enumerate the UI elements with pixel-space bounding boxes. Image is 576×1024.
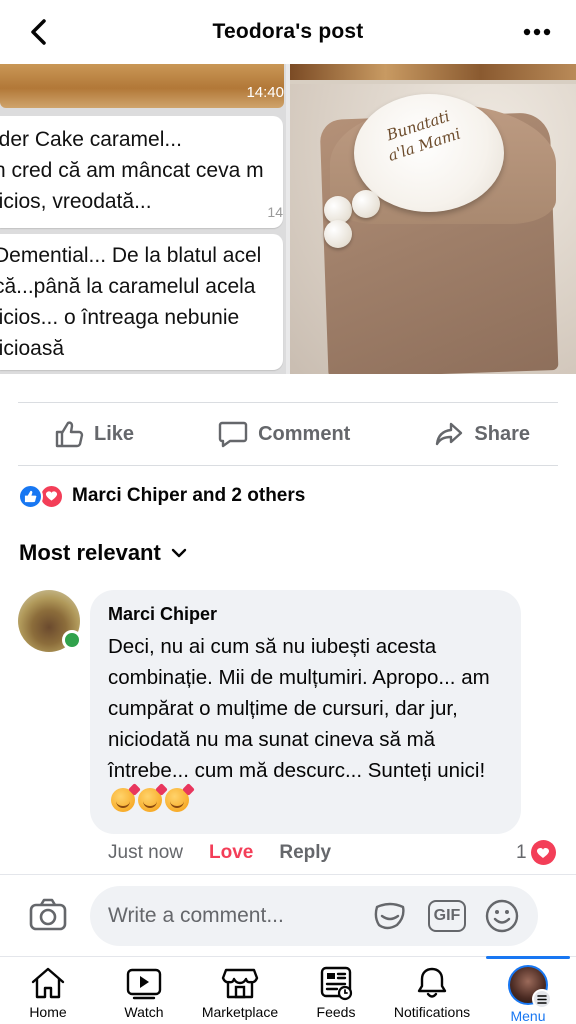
chat-bubble-1-line: licios, vreodată... <box>0 190 152 213</box>
sticker-icon <box>374 902 405 930</box>
tab-menu[interactable]: Menu <box>480 956 576 1024</box>
chat-screenshot-image[interactable]: 14:40 ider Cake caramel... n cred că am … <box>0 64 286 374</box>
tab-label: Notifications <box>393 1004 471 1020</box>
chat-bubble-2-line: că...până la caramelul acela <box>0 275 256 298</box>
cake-decoration-ball <box>352 190 380 218</box>
comment-author[interactable]: Marci Chiper <box>108 604 503 625</box>
tab-feeds[interactable]: Feeds <box>288 957 384 1024</box>
share-label: Share <box>474 422 530 445</box>
reply-button[interactable]: Reply <box>279 842 331 864</box>
commenter-avatar[interactable] <box>18 590 82 652</box>
marketplace-icon <box>221 968 259 999</box>
bell-icon <box>417 967 447 998</box>
page-title: Teodora's post <box>212 20 364 43</box>
chat-photo-strip <box>0 64 284 108</box>
love-reaction-button[interactable]: Love <box>209 842 253 864</box>
reactions-summary[interactable]: Marci Chiper and 2 others <box>18 482 305 510</box>
comment-text: Deci, nu ai cum să nu iubești acesta com… <box>108 635 490 782</box>
smiling-hearts-emoji-icon <box>165 788 189 812</box>
comment-sort-dropdown[interactable]: Most relevant <box>19 540 187 566</box>
chat-photo-time: 14:40 <box>246 84 284 101</box>
sort-label: Most relevant <box>19 540 161 565</box>
chevron-down-icon <box>171 548 187 558</box>
sticker-button[interactable] <box>372 900 408 939</box>
comment-input[interactable] <box>108 900 368 932</box>
like-label: Like <box>94 422 135 445</box>
comment-bubble-icon <box>218 421 248 448</box>
bottom-tab-bar: Home Watch Marketplace Feeds Notificatio… <box>0 956 576 1024</box>
cake-photo[interactable]: Bunatati a'la Mami <box>290 64 576 374</box>
tab-marketplace[interactable]: Marketplace <box>192 957 288 1024</box>
chat-bubble-2-line: licioasă <box>0 337 65 360</box>
feeds-icon <box>320 966 353 1001</box>
watch-icon <box>126 968 162 1000</box>
like-button[interactable]: Like <box>54 419 134 449</box>
menu-avatar-icon <box>508 965 552 1009</box>
chat-bubble-2: Demential... De la blatul acel că...până… <box>0 234 283 370</box>
online-status-dot <box>62 630 82 650</box>
post-media[interactable]: 14:40 ider Cake caramel... n cred că am … <box>0 64 576 374</box>
comment-button[interactable]: Comment <box>218 419 350 449</box>
tab-notifications[interactable]: Notifications <box>384 957 480 1024</box>
home-icon <box>31 967 65 999</box>
smiling-hearts-emoji-icon <box>111 788 135 812</box>
chat-bubble-1-line: ider Cake caramel... <box>0 128 182 151</box>
comment-label: Comment <box>258 422 351 445</box>
tab-label: Menu <box>510 1008 546 1024</box>
comment-timestamp: Just now <box>108 842 183 863</box>
share-button[interactable]: Share <box>434 419 530 449</box>
post-header: Teodora's post <box>0 0 576 64</box>
comment-reaction-count[interactable]: 1 <box>516 840 556 865</box>
tab-watch[interactable]: Watch <box>96 957 192 1024</box>
smiling-hearts-emoji-icon <box>138 788 162 812</box>
chat-bubble-2-line: licios... o întreaga nebunie <box>0 306 240 329</box>
comment-meta: Just now Love Reply <box>108 842 331 864</box>
emoji-button[interactable] <box>484 898 520 939</box>
comment-input-wrapper[interactable]: GIF <box>90 886 538 946</box>
heart-icon <box>530 840 556 865</box>
cake-decoration-ball <box>324 220 352 248</box>
comment-bubble[interactable]: Marci Chiper Deci, nu ai cum să nu iubeș… <box>90 590 521 834</box>
post-actions-bar: Like Comment Share <box>18 402 558 466</box>
comment-composer: GIF <box>0 874 576 956</box>
more-options-button[interactable] <box>520 18 554 46</box>
hamburger-icon <box>532 989 552 1009</box>
chat-bubble-1-time: 14 <box>267 204 283 220</box>
cake-photo-top-strip <box>290 64 576 80</box>
chat-bubble-1-line: n cred că am mâncat ceva m <box>0 159 264 182</box>
share-arrow-icon <box>436 422 463 446</box>
more-dots-icon <box>523 28 551 36</box>
gif-button[interactable]: GIF <box>428 900 466 932</box>
camera-icon <box>29 898 67 931</box>
tab-label: Marketplace <box>201 1004 279 1020</box>
back-button[interactable] <box>22 16 54 48</box>
comment-body: Deci, nu ai cum să nu iubești acesta com… <box>108 631 503 817</box>
chat-bubble-1: ider Cake caramel... n cred că am mâncat… <box>0 116 283 228</box>
like-reaction-icon <box>18 483 43 509</box>
tab-label: Watch <box>124 1004 164 1020</box>
tab-label: Feeds <box>316 1004 356 1020</box>
emoji-smile-icon <box>485 899 519 933</box>
tab-home[interactable]: Home <box>0 957 96 1024</box>
tab-label: Home <box>29 1004 67 1020</box>
comment-reaction-number: 1 <box>516 841 527 863</box>
back-arrow-icon <box>31 19 46 45</box>
camera-button[interactable] <box>28 897 68 938</box>
thumbs-up-icon <box>55 421 84 448</box>
reactions-names: Marci Chiper and 2 others <box>72 485 306 506</box>
chat-bubble-2-line: Demential... De la blatul acel <box>0 244 262 267</box>
